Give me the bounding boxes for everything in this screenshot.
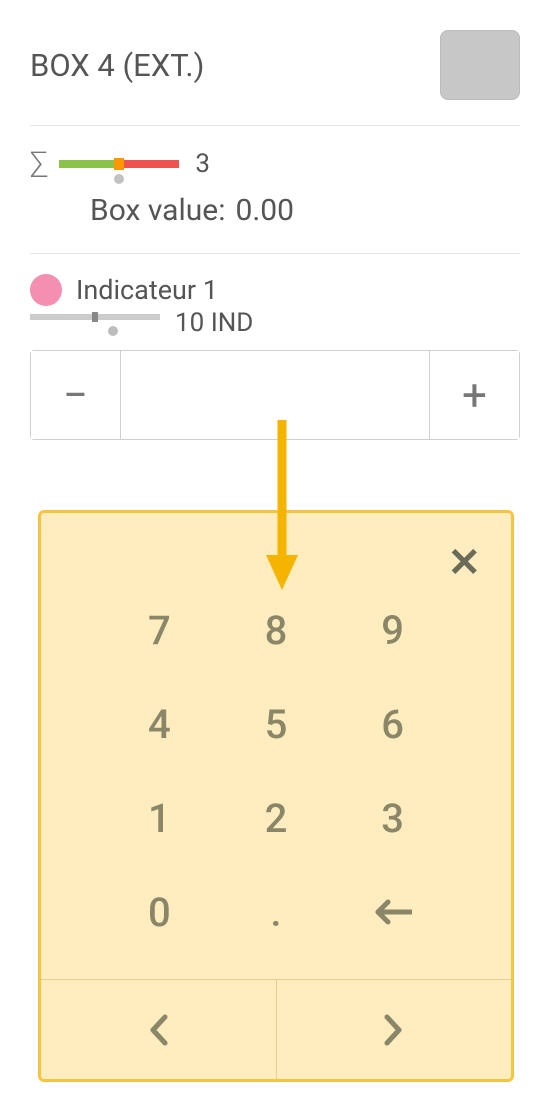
keypad-key-6[interactable]: 6 (334, 677, 451, 771)
stepper-input[interactable] (121, 351, 429, 439)
close-icon[interactable]: ✕ (447, 543, 481, 583)
keypad-key-8[interactable]: 8 (218, 583, 335, 677)
keypad-key-1[interactable]: 1 (101, 771, 218, 865)
keypad-key-2[interactable]: 2 (218, 771, 335, 865)
chevron-left-icon (147, 1013, 169, 1047)
page-title: BOX 4 (EXT.) (30, 47, 204, 84)
box-value-label: Box value: (90, 193, 225, 228)
sigma-row: ∑ 3 (30, 146, 520, 181)
keypad-key-decimal[interactable]: . (218, 865, 335, 959)
keypad-key-7[interactable]: 7 (101, 583, 218, 677)
indicator-label: Indicateur 1 (76, 274, 218, 306)
keypad-key-3[interactable]: 3 (334, 771, 451, 865)
sigma-count: 3 (195, 149, 210, 179)
divider (30, 253, 520, 254)
keypad-key-backspace[interactable] (334, 865, 451, 959)
indicator-color-dot (30, 274, 62, 306)
increment-button[interactable]: + (429, 351, 519, 439)
quantity-stepper: − + (30, 350, 520, 440)
box-value: 0.00 (235, 193, 294, 228)
decrement-button[interactable]: − (31, 351, 121, 439)
keypad-key-5[interactable]: 5 (218, 677, 335, 771)
keypad-key-0[interactable]: 0 (101, 865, 218, 959)
indicator-bar: 10 IND (30, 314, 160, 320)
keypad-key-9[interactable]: 9 (334, 583, 451, 677)
keypad-prev-button[interactable] (41, 980, 277, 1079)
indicator-count: 10 (175, 308, 204, 338)
indicator-unit: IND (211, 308, 254, 338)
status-bar (59, 160, 179, 168)
sigma-icon: ∑ (30, 146, 47, 181)
numeric-keypad: ✕ 7 8 9 4 5 6 1 2 3 0 . (38, 510, 514, 1082)
keypad-key-4[interactable]: 4 (101, 677, 218, 771)
divider (30, 125, 520, 126)
arrow-left-icon (374, 899, 412, 925)
keypad-next-button[interactable] (277, 980, 512, 1079)
chevron-right-icon (383, 1013, 405, 1047)
color-swatch[interactable] (440, 30, 520, 100)
